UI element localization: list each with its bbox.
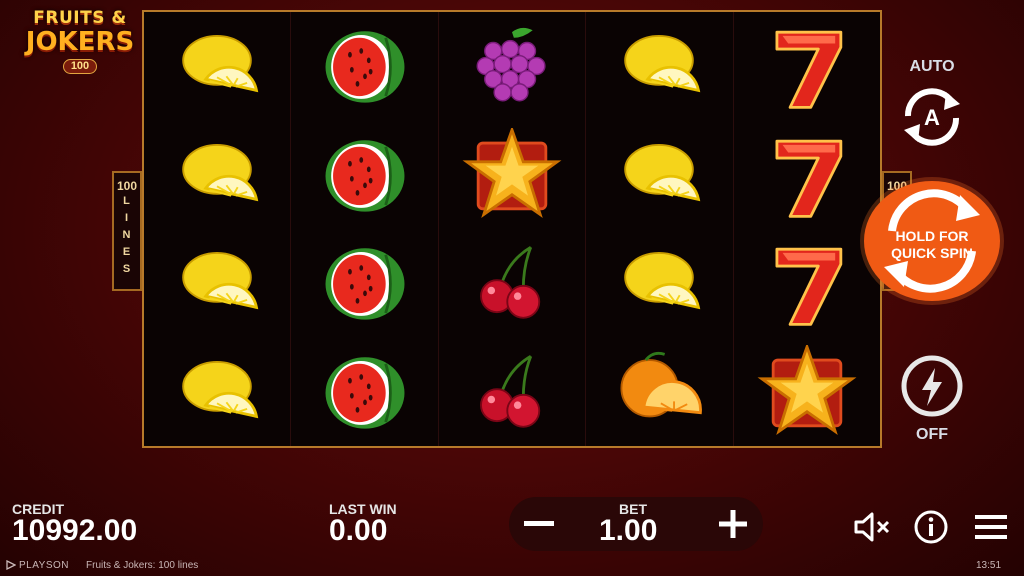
bet-decrease-button[interactable] <box>509 497 569 551</box>
symbol-cell <box>144 229 290 338</box>
symbol-cell <box>586 229 732 338</box>
plus-icon <box>719 510 747 538</box>
footer-game-title: Fruits & Jokers: 100 lines <box>86 560 199 571</box>
symbol-cell <box>144 121 290 230</box>
logo-line1: FRUITS & <box>33 8 127 28</box>
symbol-cell <box>586 121 732 230</box>
seven-icon <box>775 139 843 218</box>
reel-5 <box>734 12 880 446</box>
watermelon-icon <box>325 356 405 429</box>
reel-board <box>142 10 882 448</box>
lightning-icon <box>901 355 963 417</box>
footer-brand: PLAYSON <box>19 560 69 571</box>
symbol-cell <box>144 12 290 121</box>
symbol-cell <box>734 229 880 338</box>
game-logo: FRUITS & JOKERS 100 <box>22 8 138 84</box>
lemon-icon <box>624 35 701 93</box>
autoplay-icon: A <box>904 88 960 146</box>
spin-label-line2: QUICK SPIN <box>891 245 973 261</box>
reel-3 <box>439 12 587 447</box>
footer-clock: 13:51 <box>976 560 1002 571</box>
footer-bar: PLAYSON Fruits & Jokers: 100 lines 13:51 <box>0 558 1024 576</box>
reel-4 <box>586 12 734 447</box>
spin-label: HOLD FOR QUICK SPIN <box>864 228 1000 262</box>
lemon-icon <box>624 252 701 310</box>
cherries-icon <box>480 354 541 428</box>
playson-logo-icon <box>6 559 17 573</box>
sound-off-icon <box>854 512 890 542</box>
symbol-cell <box>734 12 880 121</box>
spin-label-line1: HOLD FOR <box>895 228 969 244</box>
logo-badge: 100 <box>62 59 98 74</box>
star-icon <box>462 127 562 218</box>
grapes-icon <box>476 28 546 102</box>
symbol-cell <box>439 229 585 338</box>
reel-2 <box>291 12 439 447</box>
lemon-icon <box>182 35 259 93</box>
menu-icon <box>975 515 1007 539</box>
watermelon-icon <box>325 31 405 103</box>
seven-icon <box>775 30 843 110</box>
turbo-label: OFF <box>916 426 948 443</box>
lemon-icon <box>624 143 701 202</box>
info-icon <box>914 510 948 544</box>
watermelon-icon <box>325 248 405 320</box>
reel-1 <box>144 12 292 447</box>
autoplay-button[interactable]: A <box>894 86 970 148</box>
sound-toggle-button[interactable] <box>852 509 892 545</box>
minus-icon <box>524 521 554 526</box>
turbo-button[interactable] <box>900 354 964 418</box>
lines-word: LINES <box>122 195 132 275</box>
symbol-cell <box>439 338 585 447</box>
symbol-cell <box>439 12 585 121</box>
watermelon-icon <box>325 139 405 212</box>
credit-value: 10992.00 <box>12 514 138 547</box>
spin-button[interactable]: HOLD FOR QUICK SPIN <box>864 181 1000 301</box>
symbol-cell <box>439 121 585 230</box>
symbol-cell <box>734 338 880 447</box>
symbol-cell <box>586 338 732 447</box>
symbol-cell <box>291 12 437 121</box>
seven-icon <box>775 248 843 327</box>
lemon-icon <box>182 143 259 202</box>
symbol-cell <box>734 121 880 230</box>
lemon-icon <box>182 360 259 419</box>
symbol-cell <box>291 229 437 338</box>
info-button[interactable] <box>913 509 949 545</box>
cherries-icon <box>480 246 541 319</box>
star-icon <box>757 344 857 435</box>
lines-count: 100 <box>116 179 138 193</box>
symbol-cell <box>586 12 732 121</box>
menu-button[interactable] <box>973 512 1009 542</box>
bet-increase-button[interactable] <box>703 497 763 551</box>
orange-icon <box>620 351 703 418</box>
symbol-cell <box>291 338 437 447</box>
auto-label: AUTO <box>909 58 955 75</box>
symbol-cell <box>291 121 437 230</box>
logo-line2: JOKERS <box>25 27 135 57</box>
symbol-cell <box>144 338 290 447</box>
lines-indicator-left: 100 LINES <box>112 171 142 291</box>
bet-value: 1.00 <box>599 514 658 547</box>
bet-control: BET 1.00 <box>509 497 763 551</box>
last-win-value: 0.00 <box>329 514 388 547</box>
lemon-icon <box>182 252 259 310</box>
svg-text:A: A <box>924 105 940 130</box>
